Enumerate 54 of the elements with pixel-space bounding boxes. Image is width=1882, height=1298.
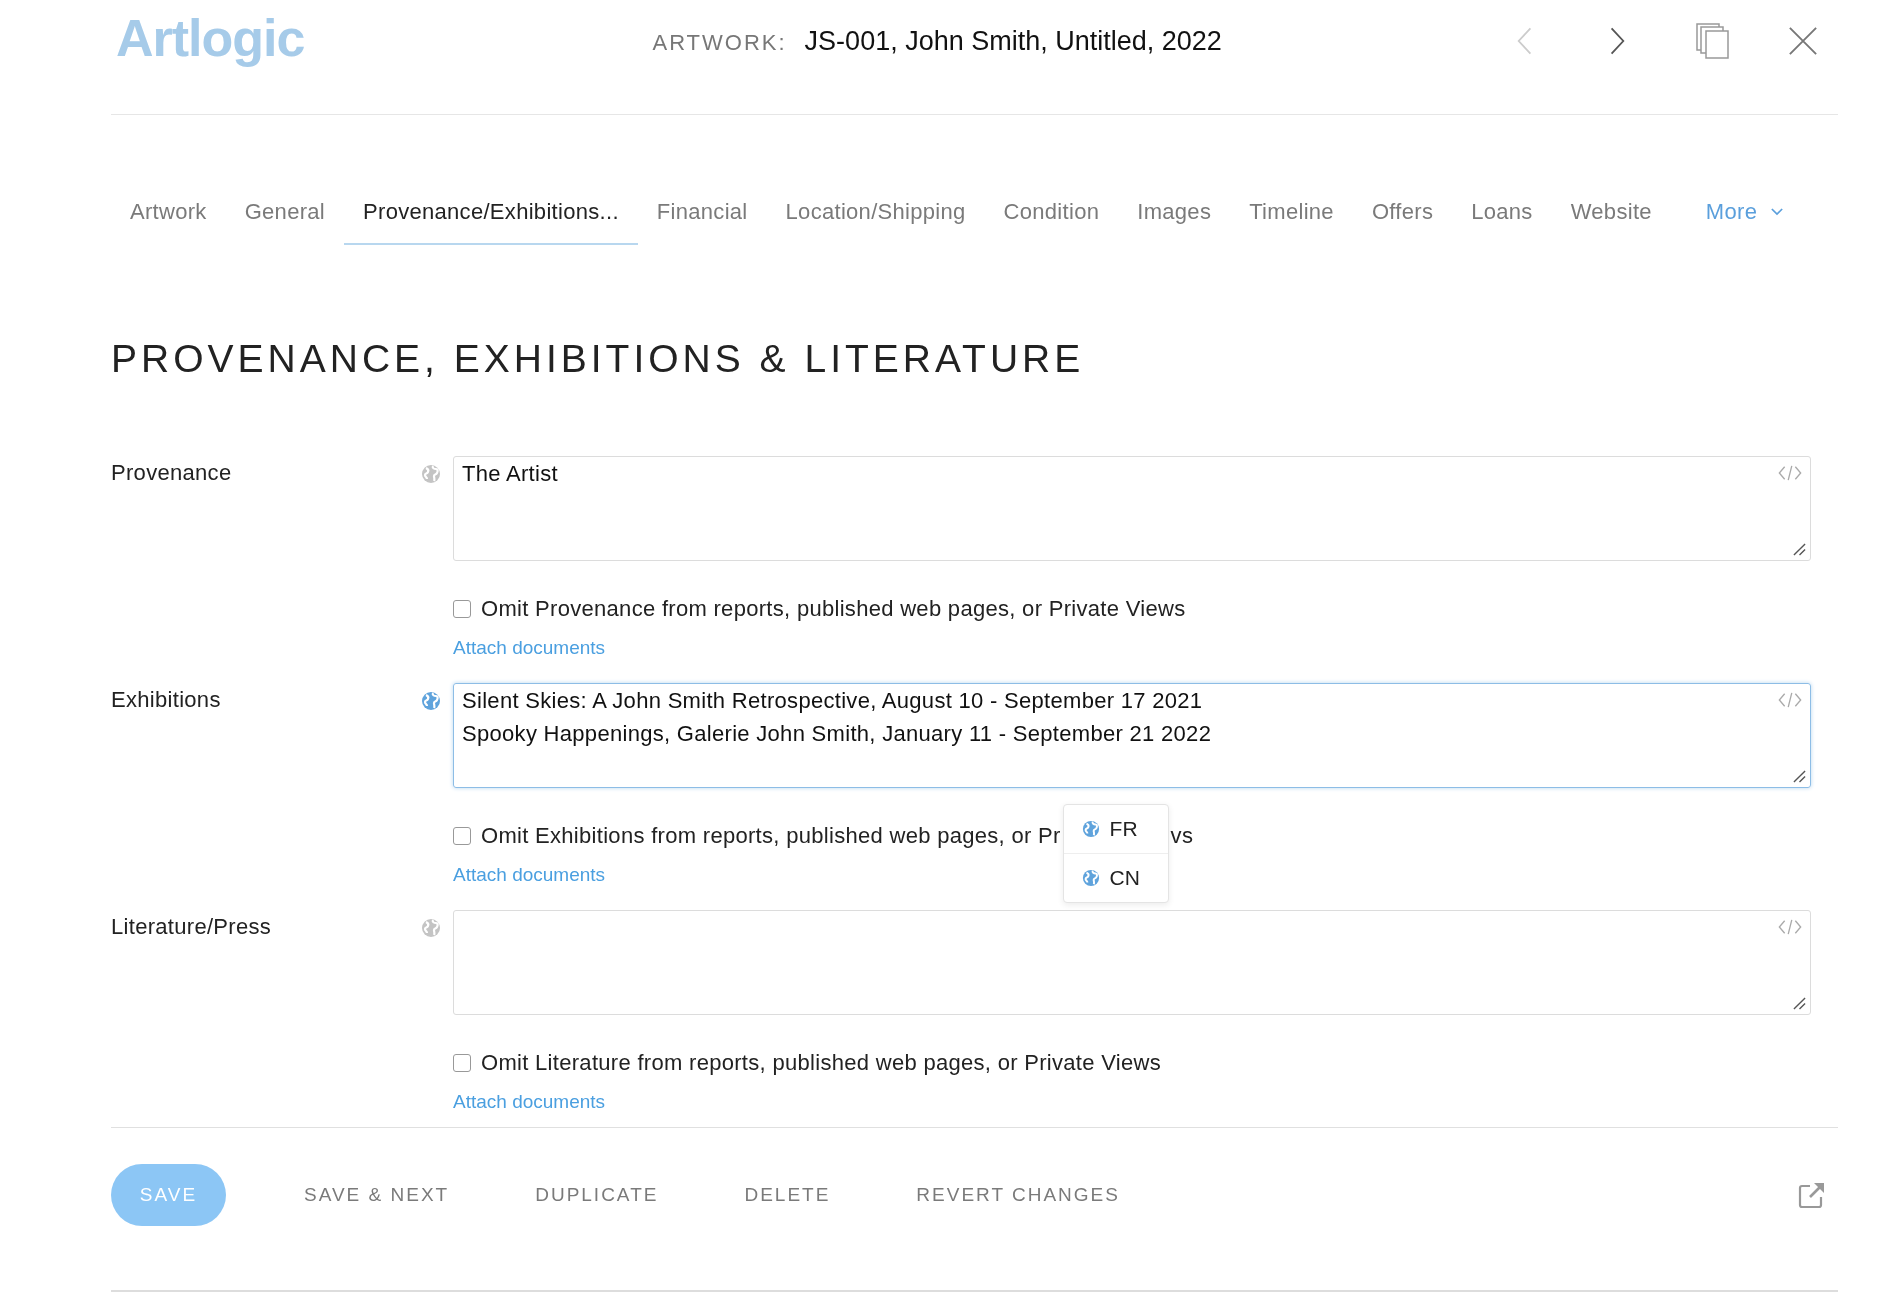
text-area[interactable]: Silent Skies: A John Smith Retrospective, August 10 - September 17 2021 Spooky Happenings, Galerie John Smith, January 11 - September 21 2022 [453, 683, 1811, 788]
footer-button[interactable]: DUPLICATE [535, 1184, 659, 1206]
more-menu[interactable]: More [1686, 191, 1803, 245]
resize-handle-icon[interactable] [1793, 770, 1806, 783]
next-icon[interactable] [1608, 25, 1626, 57]
globe-icon[interactable] [421, 464, 441, 484]
attach-documents-link[interactable]: Attach documents [453, 864, 606, 886]
code-icon[interactable] [1778, 692, 1802, 708]
attach-documents-link[interactable]: Attach documents [453, 1091, 606, 1113]
code-icon[interactable] [1778, 919, 1802, 935]
checkbox-label: Omit Literature from reports, published web pages, or Private Views [481, 1050, 1161, 1076]
language-option[interactable]: CN [1063, 852, 1168, 902]
field-label: Provenance [111, 459, 233, 487]
text-area[interactable]: The Artist [453, 456, 1811, 561]
tab[interactable]: Provenance/Exhibitions... [344, 191, 638, 245]
footer-button[interactable]: REVERT CHANGES [916, 1184, 1120, 1206]
tab[interactable]: Condition [984, 191, 1119, 245]
tab[interactable]: Artwork [111, 191, 226, 245]
tab[interactable]: Loans [1452, 191, 1552, 245]
checkbox-label: Omit Provenance from reports, published web pages, or Private Views [481, 596, 1186, 622]
checkbox[interactable] [453, 600, 471, 618]
language-code: CN [1109, 865, 1140, 890]
globe-icon [1081, 868, 1100, 887]
tab[interactable]: Offers [1352, 191, 1453, 245]
tab[interactable]: Financial [637, 191, 767, 245]
field-label: Literature/Press [111, 913, 273, 941]
footer-button[interactable]: DELETE [744, 1184, 831, 1206]
record-title: JS-001, John Smith, Untitled, 2022 [804, 25, 1222, 57]
tab[interactable]: Timeline [1230, 191, 1353, 245]
record-label: ARTWORK: [652, 29, 787, 56]
chevron-down-icon [1771, 208, 1784, 216]
tab[interactable]: Website [1551, 191, 1671, 245]
section-title: PROVENANCE, EXHIBITIONS & LITERATURE [111, 337, 1086, 381]
code-icon[interactable] [1778, 465, 1802, 481]
globe-icon [1081, 819, 1100, 838]
attach-documents-link[interactable]: Attach documents [453, 637, 606, 659]
footer-button[interactable]: SAVE & NEXT [304, 1184, 450, 1206]
close-icon[interactable] [1788, 26, 1818, 56]
field-label: Exhibitions [111, 686, 222, 714]
tab[interactable]: Location/Shipping [766, 191, 985, 245]
checkbox-label: vs [1170, 823, 1194, 849]
globe-icon[interactable] [421, 918, 441, 938]
resize-handle-icon[interactable] [1793, 543, 1806, 556]
resize-handle-icon[interactable] [1793, 997, 1806, 1010]
globe-icon[interactable] [421, 691, 441, 711]
checkbox-label: Omit Exhibitions from reports, published web pages, or Pr [481, 823, 1061, 849]
tab[interactable]: Images [1118, 191, 1231, 245]
copy-icon[interactable] [1696, 23, 1730, 59]
language-option[interactable]: FR [1063, 804, 1168, 853]
language-code: FR [1109, 816, 1138, 841]
checkbox[interactable] [453, 827, 471, 845]
tab[interactable]: General [225, 191, 345, 245]
external-link-icon[interactable] [1798, 1181, 1826, 1209]
checkbox[interactable] [453, 1054, 471, 1072]
